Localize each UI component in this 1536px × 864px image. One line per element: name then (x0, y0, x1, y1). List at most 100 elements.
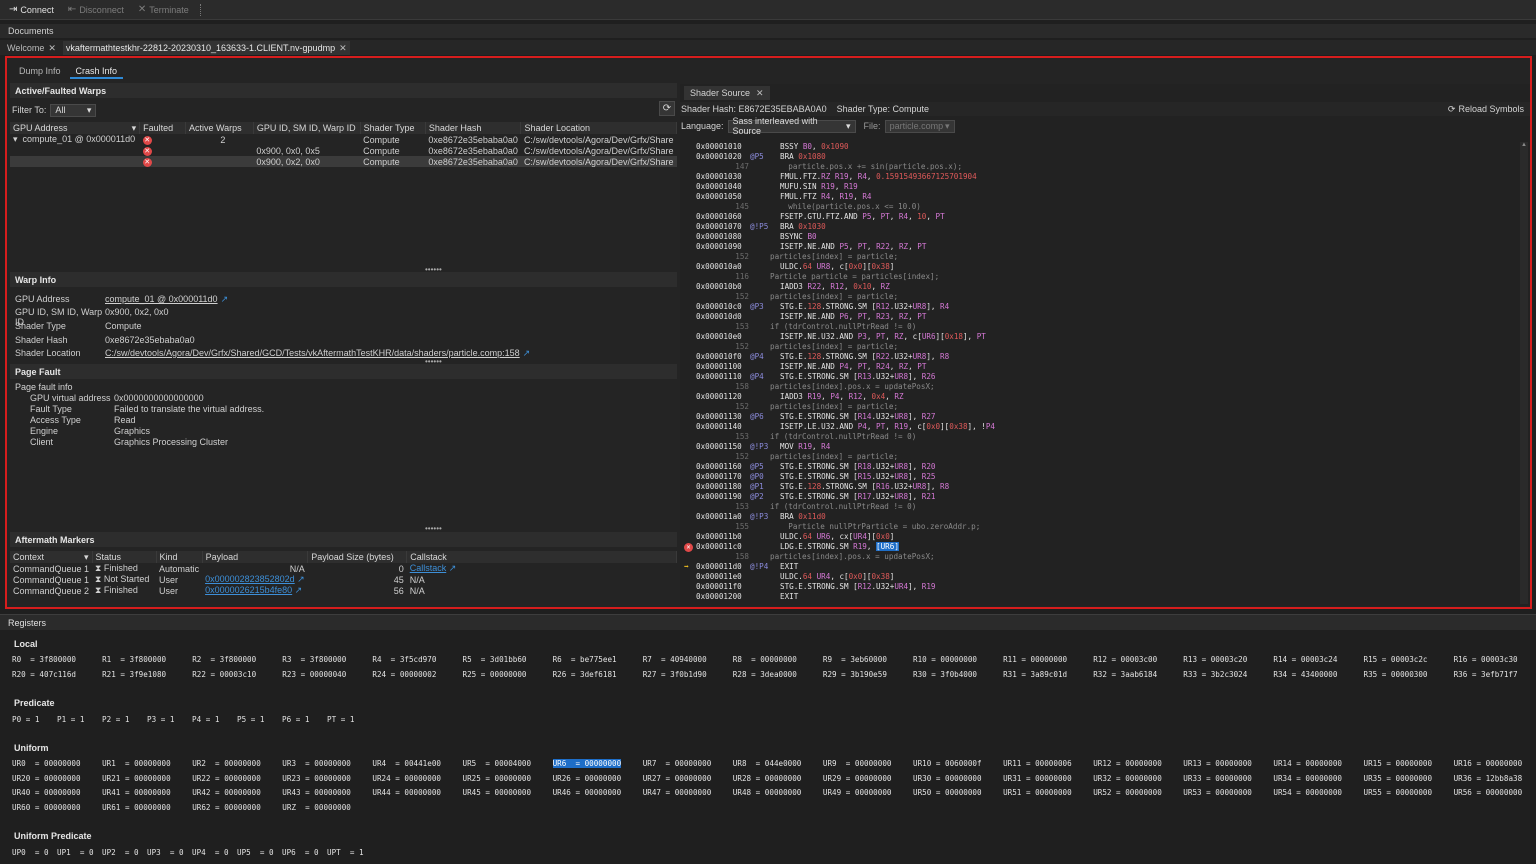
register-r29[interactable]: R29 = 3b190e59 (823, 670, 887, 679)
toolbar-grip[interactable] (199, 3, 202, 16)
col-callstack[interactable]: Callstack (406, 551, 677, 563)
register-ur33[interactable]: UR33 = 00000000 (1183, 774, 1252, 783)
register-r24[interactable]: R24 = 00000002 (372, 670, 436, 679)
expand-icon[interactable]: ▾ (13, 134, 18, 144)
source-line[interactable]: 153 if (tdrControl.nullPtrRead != 0) (684, 502, 1518, 512)
sass-line[interactable]: 0x00001170 @P0 STG.E.STRONG.SM [R15.U32+UR… (684, 472, 1518, 482)
register-p2[interactable]: P2 = 1 (102, 715, 129, 724)
register-r11[interactable]: R11 = 00000000 (1003, 655, 1067, 664)
col-gpu-address[interactable]: GPU Address ▾ (10, 122, 141, 134)
sass-line[interactable]: 0x000011f0 STG.E.STRONG.SM [R12.U32+UR4],… (684, 582, 1518, 592)
col-payload[interactable]: Payload (202, 551, 309, 563)
register-ur55[interactable]: UR55 = 00000000 (1364, 788, 1433, 797)
sass-line[interactable]: 0x00001020 @P5 BRA 0x1080 (684, 152, 1518, 162)
register-ur23[interactable]: UR23 = 00000000 (282, 774, 351, 783)
register-p0[interactable]: P0 = 1 (12, 715, 39, 724)
register-ur50[interactable]: UR50 = 00000000 (913, 788, 982, 797)
close-icon[interactable]: ✕ (48, 43, 56, 54)
register-ur56[interactable]: UR56 = 00000000 (1454, 788, 1523, 797)
register-r31[interactable]: R31 = 3a89c01d (1003, 670, 1067, 679)
register-ur3[interactable]: UR3 = 00000000 (282, 759, 351, 768)
sass-line[interactable]: 0x00001160 @P5 STG.E.STRONG.SM [R18.U32+UR… (684, 462, 1518, 472)
col-shader-type[interactable]: Shader Type (360, 122, 426, 134)
register-r8[interactable]: R8 = 00000000 (733, 655, 797, 664)
col-context[interactable]: Context ▾ (10, 551, 93, 563)
sass-line[interactable]: 0x00001090 ISETP.NE.AND P5, PT, R22, RZ, … (684, 242, 1518, 252)
register-r6[interactable]: R6 = be775ee1 (553, 655, 617, 664)
source-line[interactable]: 152 particles[index] = particle; (684, 252, 1518, 262)
sass-line[interactable]: 0x000010f0 @P4 STG.E.128.STRONG.SM [R22.U3… (684, 352, 1518, 362)
sass-line[interactable]: 0x00001030 FMUL.FTZ.RZ R19, R4, 0.1591549… (684, 172, 1518, 182)
language-select[interactable]: Sass interleaved with Source ▾ (727, 116, 856, 136)
table-row[interactable]: ✕ 0x900, 0x2, 0x0 Compute 0xe8672e35ebab… (10, 156, 677, 167)
register-r30[interactable]: R30 = 3f0b4000 (913, 670, 977, 679)
sass-line[interactable]: 0x000010c0 @P3 STG.E.128.STRONG.SM [R12.U3… (684, 302, 1518, 312)
register-ur7[interactable]: UR7 = 00000000 (643, 759, 712, 768)
close-icon[interactable]: ✕ (756, 88, 764, 99)
register-ur35[interactable]: UR35 = 00000000 (1364, 774, 1433, 783)
register-pt[interactable]: PT = 1 (327, 715, 354, 724)
register-ur52[interactable]: UR52 = 00000000 (1093, 788, 1162, 797)
register-ur30[interactable]: UR30 = 00000000 (913, 774, 982, 783)
sass-line[interactable]: 0x00001190 @P2 STG.E.STRONG.SM [R17.U32+UR… (684, 492, 1518, 502)
register-ur13[interactable]: UR13 = 00000000 (1183, 759, 1252, 768)
register-r34[interactable]: R34 = 43400000 (1273, 670, 1337, 679)
source-line[interactable]: 158 particles[index].pos.x = updatePosX; (684, 552, 1518, 562)
register-ur21[interactable]: UR21 = 00000000 (102, 774, 171, 783)
sass-line[interactable]: 0x000011e0 ULDC.64 UR4, c[0x0][0x38] (684, 572, 1518, 582)
register-ur29[interactable]: UR29 = 00000000 (823, 774, 892, 783)
sass-line[interactable]: 0x00001200 EXIT (684, 592, 1518, 602)
source-line[interactable]: 153 if (tdrControl.nullPtrRead != 0) (684, 322, 1518, 332)
register-ur27[interactable]: UR27 = 00000000 (643, 774, 712, 783)
register-ur45[interactable]: UR45 = 00000000 (463, 788, 532, 797)
source-line[interactable]: 147 particle.pos.x += sin(particle.pos.x… (684, 162, 1518, 172)
register-ur31[interactable]: UR31 = 00000000 (1003, 774, 1072, 783)
register-up2[interactable]: UP2 = 0 (102, 848, 139, 857)
register-ur49[interactable]: UR49 = 00000000 (823, 788, 892, 797)
sass-line[interactable]: 0x00001100 ISETP.NE.AND P4, PT, R24, RZ, … (684, 362, 1518, 372)
source-line[interactable]: 152 particles[index] = particle; (684, 292, 1518, 302)
tab-crash-info[interactable]: Crash Info (69, 65, 124, 79)
source-line[interactable]: 116 Particle particle = particles[index]; (684, 272, 1518, 282)
payload-link[interactable]: 0x000002823852802d (205, 574, 295, 584)
reload-symbols-button[interactable]: ⟳ Reload Symbols (1448, 104, 1524, 115)
register-ur28[interactable]: UR28 = 00000000 (733, 774, 802, 783)
refresh-button[interactable]: ⟳ (659, 101, 675, 116)
sass-line[interactable]: 0x000011c0 LDG.E.STRONG.SM R19, [UR6] ✕ (684, 542, 1518, 552)
register-r25[interactable]: R25 = 00000000 (463, 670, 527, 679)
register-up6[interactable]: UP6 = 0 (282, 848, 319, 857)
register-ur61[interactable]: UR61 = 00000000 (102, 803, 171, 812)
register-r35[interactable]: R35 = 00000300 (1364, 670, 1428, 679)
register-p3[interactable]: P3 = 1 (147, 715, 174, 724)
register-ur51[interactable]: UR51 = 00000000 (1003, 788, 1072, 797)
gpu-address-link[interactable]: compute_01 @ 0x000011d0 (105, 294, 218, 305)
sass-line[interactable]: 0x00001130 @P6 STG.E.STRONG.SM [R14.U32+UR… (684, 412, 1518, 422)
register-ur53[interactable]: UR53 = 00000000 (1183, 788, 1252, 797)
register-ur34[interactable]: UR34 = 00000000 (1273, 774, 1342, 783)
register-ur60[interactable]: UR60 = 00000000 (12, 803, 81, 812)
payload-link[interactable]: 0x0000026215b4fe80 (205, 585, 292, 595)
register-up5[interactable]: UP5 = 0 (237, 848, 274, 857)
register-r21[interactable]: R21 = 3f9e1080 (102, 670, 166, 679)
register-p6[interactable]: P6 = 1 (282, 715, 309, 724)
register-r28[interactable]: R28 = 3dea0000 (733, 670, 797, 679)
register-r33[interactable]: R33 = 3b2c3024 (1183, 670, 1247, 679)
source-line[interactable]: 155 Particle nullPtrParticle = ubo.zeroA… (684, 522, 1518, 532)
col-shader-location[interactable]: Shader Location (520, 122, 677, 134)
source-line[interactable]: 153 if (tdrControl.nullPtrRead != 0) (684, 432, 1518, 442)
file-select[interactable]: particle.comp ▾ (884, 119, 955, 133)
register-ur6[interactable]: UR6 = 00000000 (552, 759, 622, 768)
tab-dump-info[interactable]: Dump Info (13, 65, 67, 79)
table-row[interactable]: CommandQueue 2 ⧗ Finished User 0x0000026… (10, 585, 677, 596)
register-ur9[interactable]: UR9 = 00000000 (823, 759, 892, 768)
register-ur48[interactable]: UR48 = 00000000 (733, 788, 802, 797)
register-ur20[interactable]: UR20 = 00000000 (12, 774, 81, 783)
register-ur2[interactable]: UR2 = 00000000 (192, 759, 261, 768)
register-r36[interactable]: R36 = 3efb71f7 (1454, 670, 1518, 679)
register-ur24[interactable]: UR24 = 00000000 (372, 774, 441, 783)
tab-gpudump[interactable]: vkaftermathtestkhr-22812-20230310_163633… (62, 41, 350, 55)
col-shader-hash[interactable]: Shader Hash (425, 122, 522, 134)
scroll-up-icon[interactable]: ▲ (1521, 142, 1527, 148)
register-ur46[interactable]: UR46 = 00000000 (553, 788, 622, 797)
code-scrollbar[interactable]: ▲ (1520, 142, 1528, 604)
